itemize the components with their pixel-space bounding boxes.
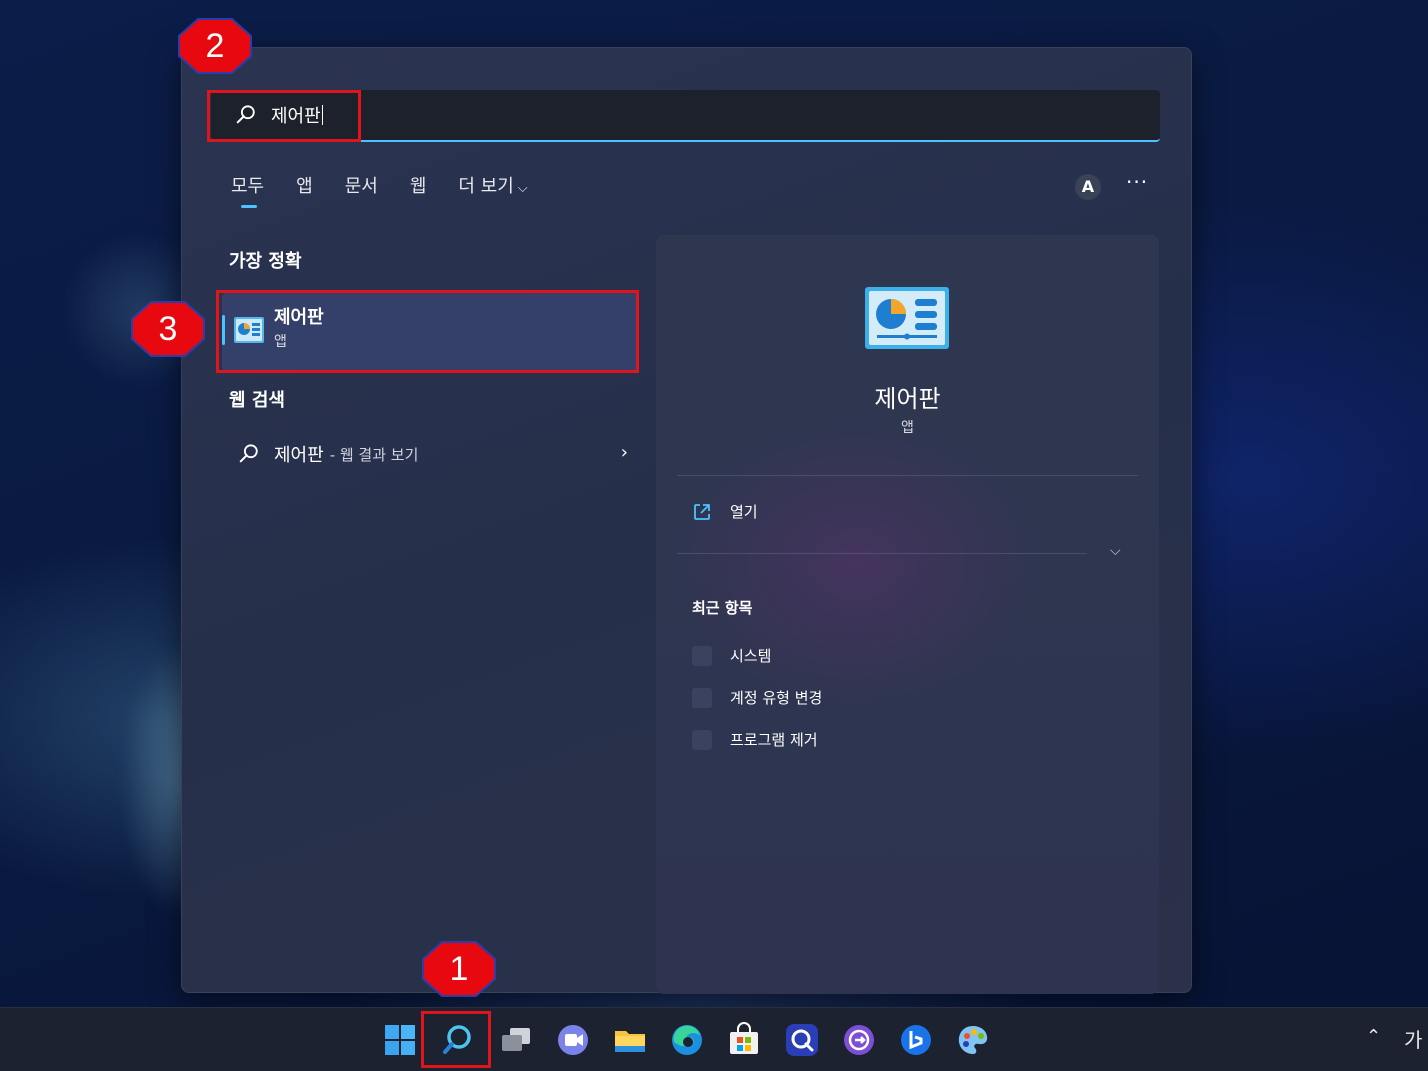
search-panel: 제어판 모두 앱 문서 웹 더 보기 ⌵ A ··· 가장 정확 제어판 앱 웹 … <box>181 47 1192 994</box>
annotation-badge-label: 1 <box>449 950 469 988</box>
recent-item[interactable]: 계정 유형 변경 <box>692 687 822 708</box>
taskbar: ⌃ 가 <box>0 1007 1428 1071</box>
tab-more-label: 더 보기 <box>458 176 514 197</box>
teams-chat-icon[interactable] <box>555 1022 591 1058</box>
chevron-down-icon: ⌵ <box>517 181 528 196</box>
tab-more[interactable]: 더 보기 ⌵ <box>458 174 527 204</box>
file-explorer-icon[interactable] <box>612 1022 648 1058</box>
chevron-up-icon[interactable]: ⌃ <box>1366 1026 1381 1047</box>
annotation-highlight <box>421 1011 491 1068</box>
preview-subtitle: 앱 <box>901 420 914 436</box>
task-view-icon[interactable] <box>498 1022 534 1058</box>
annotation-badge-label: 3 <box>158 310 178 348</box>
open-label: 열기 <box>730 503 758 521</box>
preview-pane: 제어판 앱 열기 ⌵ 최근 항목 시스템 계정 유형 변경 프로그램 제거 <box>656 235 1159 994</box>
web-search-query: 제어판 <box>274 445 324 466</box>
web-search-result[interactable]: 제어판 - 웹 결과 보기 › <box>238 436 628 472</box>
best-match-heading: 가장 정확 <box>229 251 302 272</box>
recent-heading: 최근 항목 <box>692 599 753 617</box>
annotation-badge: 3 <box>131 301 205 357</box>
control-panel-icon <box>865 287 949 349</box>
app-icon[interactable] <box>841 1022 877 1058</box>
annotation-highlight <box>207 90 361 142</box>
recent-item-label: 프로그램 제거 <box>730 731 818 749</box>
recent-item-icon <box>692 687 712 708</box>
recent-item[interactable]: 시스템 <box>692 645 771 666</box>
tab-all[interactable]: 모두 <box>231 174 264 208</box>
filter-tabs: 모두 앱 문서 웹 더 보기 ⌵ <box>231 174 560 208</box>
annotation-badge: 1 <box>422 941 496 997</box>
recent-item[interactable]: 프로그램 제거 <box>692 729 818 750</box>
tab-documents[interactable]: 문서 <box>345 174 378 204</box>
recent-item-label: 시스템 <box>730 647 772 665</box>
chevron-right-icon: › <box>620 442 628 463</box>
ime-indicator[interactable]: 가 <box>1404 1024 1422 1053</box>
open-external-icon <box>694 503 710 520</box>
annotation-badge-label: 2 <box>205 27 225 65</box>
annotation-badge: 2 <box>178 18 252 74</box>
windows-start-icon[interactable] <box>382 1022 418 1058</box>
divider <box>677 475 1138 476</box>
web-search-suffix: - 웹 결과 보기 <box>329 445 419 464</box>
web-search-heading: 웹 검색 <box>229 390 285 411</box>
more-options-button[interactable]: ··· <box>1126 170 1148 194</box>
tab-web[interactable]: 웹 <box>410 174 427 204</box>
bing-chat-icon[interactable] <box>898 1022 934 1058</box>
preview-title: 제어판 <box>874 385 941 413</box>
divider <box>677 553 1087 554</box>
paint-icon[interactable] <box>955 1022 991 1058</box>
microsoft-store-icon[interactable] <box>726 1022 762 1058</box>
tab-apps[interactable]: 앱 <box>296 174 313 204</box>
edge-browser-icon[interactable] <box>669 1022 705 1058</box>
recent-item-icon <box>692 645 712 666</box>
account-avatar[interactable]: A <box>1075 174 1101 200</box>
search-icon <box>239 444 258 463</box>
recent-item-icon <box>692 729 712 750</box>
app-icon[interactable] <box>784 1022 820 1058</box>
recent-item-label: 계정 유형 변경 <box>730 689 823 707</box>
annotation-highlight <box>216 290 639 373</box>
chevron-down-icon[interactable]: ⌵ <box>1110 543 1121 559</box>
open-button[interactable]: 열기 <box>692 501 758 522</box>
